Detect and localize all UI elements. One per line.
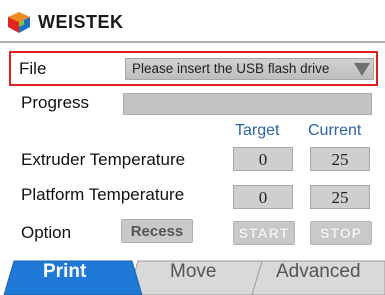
stop-button[interactable]: STOP (310, 221, 372, 245)
start-button[interactable]: START (233, 221, 295, 245)
extruder-temperature-label: Extruder Temperature (21, 150, 186, 169)
target-column-header: Target (235, 122, 280, 139)
current-column-header: Current (308, 122, 362, 139)
brand-name: WEISTEK (38, 11, 124, 32)
platform-target-temperature[interactable]: 0 (233, 185, 293, 209)
tab-advanced[interactable]: Advanced (276, 261, 361, 283)
brand-header: WEISTEK (6, 8, 124, 36)
file-label: File (19, 59, 47, 78)
tab-move[interactable]: Move (170, 261, 216, 283)
header-divider (0, 41, 385, 43)
file-dropdown[interactable]: Please insert the USB flash drive (125, 58, 374, 80)
printer-control-panel: WEISTEK File Please insert the USB flash… (0, 0, 385, 295)
tab-print[interactable]: Print (43, 261, 86, 283)
print-progress-bar (123, 93, 372, 115)
file-row: File Please insert the USB flash drive (9, 51, 378, 86)
option-label: Option (21, 223, 72, 242)
extruder-target-temperature[interactable]: 0 (233, 147, 293, 171)
platform-current-temperature: 25 (310, 185, 370, 209)
platform-temperature-label: Platform Temperature (21, 185, 185, 204)
triangle-down-icon[interactable] (354, 63, 370, 76)
bottom-tab-bar: Print Move Advanced (0, 258, 385, 295)
extruder-current-temperature: 25 (310, 147, 370, 171)
weistek-cube-logo-icon (8, 12, 30, 33)
progress-label: Progress (21, 93, 90, 112)
recess-button[interactable]: Recess (121, 219, 193, 243)
file-dropdown-value: Please insert the USB flash drive (132, 61, 330, 76)
